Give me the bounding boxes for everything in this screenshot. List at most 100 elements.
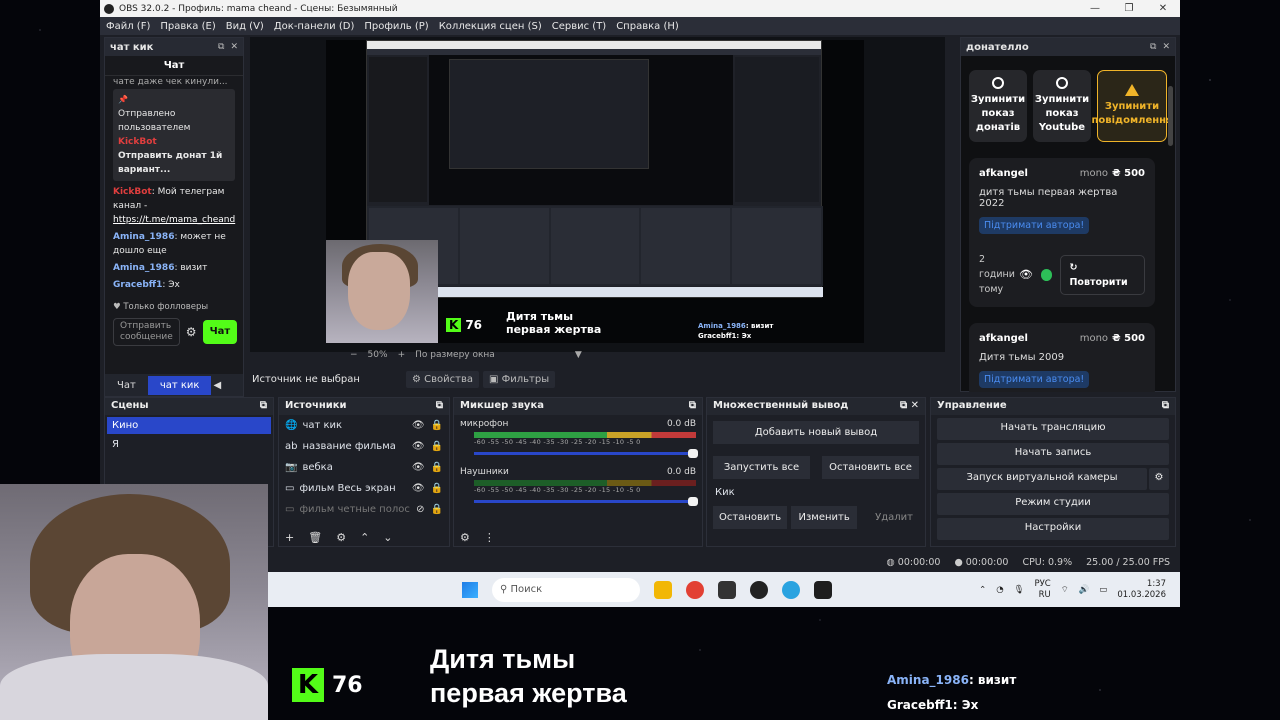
source-item[interactable]: 🌐 чат кик 👁 🔒 — [279, 415, 449, 436]
lock-icon[interactable]: 🔒 — [431, 420, 443, 431]
obs-taskbar-icon[interactable] — [750, 580, 768, 599]
undock-icon[interactable]: ⧉ — [689, 400, 696, 413]
volume-slider[interactable] — [474, 449, 698, 458]
taskbar-clock[interactable]: 1:37 01.03.2026 — [1117, 579, 1166, 601]
wifi-icon[interactable]: ⌔ — [1061, 585, 1069, 595]
undock-icon[interactable]: ⧉ ✕ — [900, 400, 919, 413]
eye-icon[interactable]: 👁 — [412, 462, 425, 473]
chat-send-button[interactable]: Чат — [202, 320, 238, 344]
menu-scene-collection[interactable]: Коллекция сцен (S) — [439, 21, 542, 32]
lock-icon[interactable]: 🔒 — [431, 483, 443, 494]
virtual-cam-gear-icon[interactable]: ⚙ — [1149, 468, 1169, 490]
tray-chevron-icon[interactable]: ⌃ — [979, 585, 986, 595]
virtual-camera-button[interactable]: Запуск виртуальной камеры — [937, 468, 1147, 490]
tab-chat[interactable]: Чат — [105, 376, 148, 395]
stop-messages-button[interactable]: Зупинити повідомлення — [1092, 70, 1173, 142]
scene-item[interactable]: Кино — [107, 417, 271, 434]
minimize-button[interactable]: — — [1078, 3, 1112, 14]
zoom-out-button[interactable]: − — [350, 350, 358, 360]
file-explorer-icon[interactable] — [654, 580, 672, 599]
chat-user[interactable]: Gracebff1 — [113, 280, 162, 290]
undock-icon[interactable]: ⧉ — [1162, 400, 1169, 413]
menu-file[interactable]: Файл (F) — [106, 21, 150, 32]
start-recording-button[interactable]: Начать запись — [937, 443, 1169, 465]
microphone-icon[interactable]: 🎙 — [1014, 585, 1025, 595]
studio-mode-button[interactable]: Режим студии — [937, 493, 1169, 515]
undock-icon[interactable]: ⧉ — [1150, 42, 1156, 52]
close-window-button[interactable]: ✕ — [1146, 3, 1180, 14]
telegram-icon[interactable] — [782, 580, 800, 599]
telegram-link[interactable]: https://t.me/mama_cheand — [113, 215, 235, 225]
maximize-button[interactable]: ❐ — [1112, 3, 1146, 14]
start-menu-icon[interactable] — [462, 581, 478, 598]
close-dock-icon[interactable]: ✕ — [230, 42, 238, 52]
advanced-audio-icon[interactable]: ⚙ — [460, 531, 470, 544]
output-delete-button[interactable]: Удалит — [869, 506, 919, 529]
eye-icon[interactable]: 👁 — [412, 420, 425, 431]
tray-app-icon[interactable]: ◔ — [996, 585, 1003, 595]
repeat-button[interactable]: ↻ Повторити — [1060, 254, 1145, 295]
close-dock-icon[interactable]: ✕ — [1162, 42, 1170, 52]
more-menu-icon[interactable]: ⋮ — [484, 531, 495, 544]
language-indicator[interactable]: РУС RU — [1034, 579, 1050, 601]
pinned-message[interactable]: 📌 Отправлено пользователем KickBot Отпра… — [113, 89, 235, 181]
zoom-in-button[interactable]: + — [398, 350, 406, 360]
scene-item[interactable]: Я — [107, 436, 271, 453]
menu-docks[interactable]: Док-панели (D) — [274, 21, 355, 32]
trash-icon[interactable]: 🗑 — [308, 531, 322, 544]
stop-donations-button[interactable]: Зупинити показ донатів — [969, 70, 1027, 142]
output-edit-button[interactable]: Изменить — [791, 506, 858, 529]
stop-youtube-button[interactable]: Зупинити показ Youtube — [1033, 70, 1091, 142]
menu-profile[interactable]: Профиль (P) — [364, 21, 428, 32]
volume-slider[interactable] — [474, 497, 698, 506]
eye-icon[interactable]: 👁 — [412, 441, 425, 452]
chat-user[interactable]: Amina_1986 — [113, 232, 174, 242]
chat-input[interactable]: Отправить сообщение — [113, 318, 180, 346]
eye-icon[interactable]: 👁 — [1019, 267, 1033, 282]
chrome-icon[interactable] — [686, 580, 704, 599]
add-icon[interactable]: + — [285, 531, 294, 544]
menu-help[interactable]: Справка (H) — [616, 21, 679, 32]
output-stop-button[interactable]: Остановить — [713, 506, 788, 529]
taskbar-search[interactable]: ⚲ Поиск — [492, 577, 640, 602]
pinned-user[interactable]: KickBot — [118, 137, 157, 147]
support-author-link[interactable]: Підтримати автора! — [979, 371, 1090, 388]
preview-canvas[interactable]: K 76 Дитя тьмы первая жертва Amina_1986: … — [326, 40, 864, 343]
chat-settings-gear-icon[interactable]: ⚙ — [186, 325, 197, 339]
tab-kick-chat[interactable]: чат кик — [147, 375, 212, 395]
up-icon[interactable]: ⌃ — [360, 531, 369, 544]
speaker-icon[interactable]: 🔊 — [1079, 585, 1090, 595]
stop-all-button[interactable]: Остановить все — [822, 456, 919, 479]
source-item[interactable]: 📷 вебка 👁 🔒 — [279, 457, 449, 478]
menu-tools[interactable]: Сервис (T) — [552, 21, 606, 32]
lock-icon[interactable]: 🔒 — [431, 441, 443, 452]
fit-dropdown-icon[interactable]: ▼ — [575, 350, 582, 360]
source-item[interactable]: ▭ фильм четные полоск ⊘ 🔒 — [279, 499, 449, 520]
chat-user[interactable]: KickBot — [113, 187, 152, 197]
source-item[interactable]: ▭ фильм Весь экран 👁 🔒 — [279, 478, 449, 499]
start-all-button[interactable]: Запустить все — [713, 456, 810, 479]
eye-hidden-icon[interactable]: ⊘ — [416, 504, 424, 515]
properties-button[interactable]: ⚙ Свойства — [406, 370, 479, 388]
gear-icon[interactable]: ⚙ — [336, 531, 346, 544]
down-icon[interactable]: ⌄ — [383, 531, 392, 544]
chat-user[interactable]: Amina_1986 — [113, 263, 174, 273]
undock-icon[interactable]: ⧉ — [260, 400, 267, 413]
tab-scroll-left-icon[interactable]: ◀ — [211, 376, 223, 395]
support-author-link[interactable]: Підтримати автора! — [979, 217, 1090, 234]
filters-button[interactable]: ▣ Фильтры — [483, 370, 556, 388]
source-item[interactable]: ab название фильма 👁 🔒 — [279, 436, 449, 457]
lock-icon[interactable]: 🔒 — [431, 462, 443, 473]
terminal-icon[interactable] — [814, 580, 832, 599]
zoom-level[interactable]: 50% — [368, 350, 388, 360]
settings-button[interactable]: Настройки — [937, 518, 1169, 540]
davinci-icon[interactable] — [718, 580, 736, 599]
start-streaming-button[interactable]: Начать трансляцию — [937, 418, 1169, 440]
undock-icon[interactable]: ⧉ — [218, 42, 224, 52]
preview-area[interactable]: K 76 Дитя тьмы первая жертва Amina_1986: … — [250, 37, 945, 360]
lock-icon[interactable]: 🔒 — [431, 504, 443, 515]
menu-edit[interactable]: Правка (E) — [160, 21, 215, 32]
eye-icon[interactable]: 👁 — [412, 483, 425, 494]
add-output-button[interactable]: Добавить новый вывод — [713, 421, 919, 444]
fit-mode[interactable]: По размеру окна — [415, 350, 495, 360]
